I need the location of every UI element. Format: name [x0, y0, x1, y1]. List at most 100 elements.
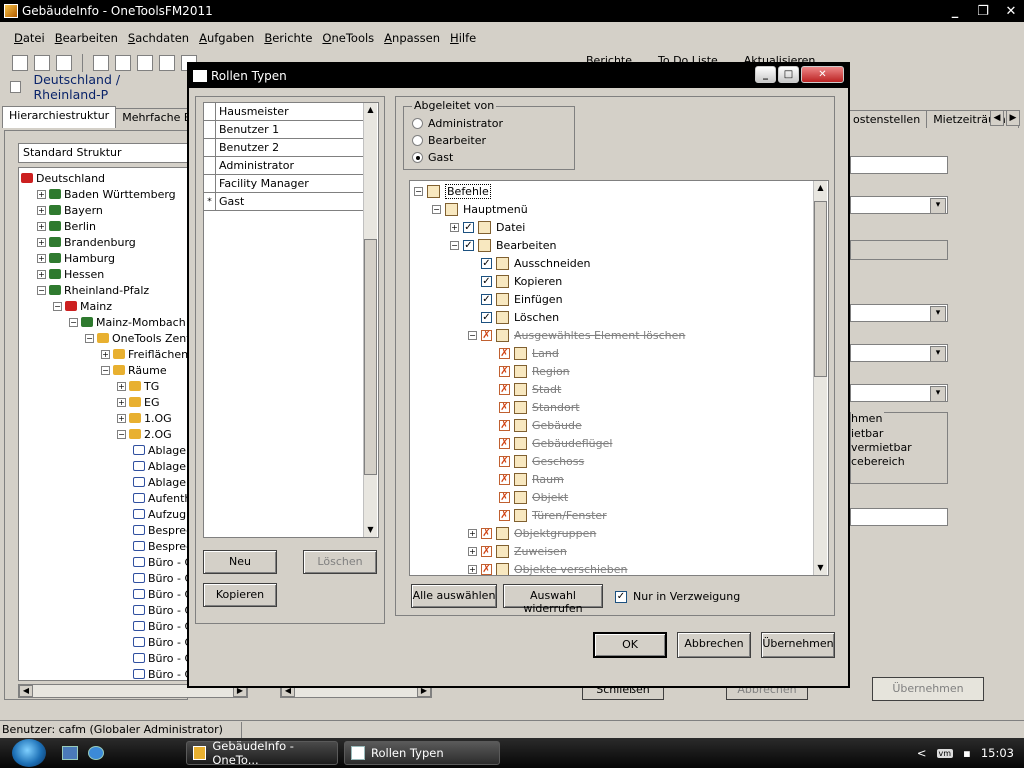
collapse-icon[interactable]: − — [101, 365, 110, 375]
undo-selection-button[interactable]: Auswahl widerrufen — [503, 584, 603, 615]
row-header[interactable] — [204, 156, 216, 175]
expand-icon[interactable]: + — [37, 269, 46, 279]
denied-checkbox-icon[interactable]: ✗ — [499, 455, 510, 467]
cut-icon[interactable] — [93, 55, 109, 71]
denied-checkbox-icon[interactable]: ✗ — [499, 383, 510, 395]
dialog-minimize-button[interactable]: _ — [755, 66, 776, 83]
copy-role-button[interactable]: Kopieren — [203, 583, 277, 607]
denied-checkbox-icon[interactable]: ✗ — [481, 545, 492, 557]
permission-node[interactable]: + ✗ Objekte verschieben — [468, 561, 628, 575]
collapse-icon[interactable]: − — [117, 429, 126, 439]
tab-scroll-right-icon[interactable]: ▶ — [1006, 110, 1020, 126]
row-header[interactable] — [204, 174, 216, 193]
row-header[interactable] — [204, 120, 216, 139]
task-rollen-typen[interactable]: Rollen Typen — [344, 741, 500, 765]
permission-node[interactable]: + ✓ Datei — [450, 219, 525, 235]
tree-node[interactable]: − Mainz-Mombach — [69, 314, 186, 330]
network-icon[interactable]: ▪ — [963, 746, 971, 760]
maximize-button[interactable]: ❐ — [974, 4, 992, 19]
open-folder-icon[interactable] — [34, 55, 50, 71]
permission-node[interactable]: ✓ Kopieren — [481, 273, 562, 289]
permission-node[interactable]: + ✗ Zuweisen — [468, 543, 567, 559]
denied-checkbox-icon[interactable]: ✗ — [481, 563, 492, 575]
expand-icon[interactable]: + — [37, 189, 46, 199]
tree-node[interactable]: Büro - C — [133, 554, 187, 570]
denied-checkbox-icon[interactable]: ✗ — [499, 365, 510, 377]
denied-checkbox-icon[interactable]: ✗ — [499, 473, 510, 485]
scroll-down-icon[interactable]: ▼ — [814, 561, 827, 575]
roles-grid[interactable]: Hausmeister Benutzer 1 Benutzer 2 Administr… — [203, 102, 379, 538]
copy-icon[interactable] — [115, 55, 131, 71]
permission-node[interactable]: − Befehle — [414, 183, 491, 199]
paste-icon[interactable] — [137, 55, 153, 71]
tree-node[interactable]: Bespred — [133, 522, 187, 538]
radio-gast[interactable]: Gast — [412, 151, 453, 164]
background-combo[interactable] — [850, 384, 948, 402]
dialog-close-button[interactable]: ✕ — [801, 66, 844, 83]
denied-checkbox-icon[interactable]: ✗ — [499, 491, 510, 503]
tree-node[interactable]: Deutschland — [21, 170, 105, 186]
expand-icon[interactable]: + — [117, 397, 126, 407]
show-desktop-icon[interactable] — [62, 746, 78, 760]
permission-node[interactable]: ✗ Geschoss — [499, 453, 584, 469]
denied-checkbox-icon[interactable]: ✗ — [499, 401, 510, 413]
radio-bearbeiter[interactable]: Bearbeiter — [412, 134, 486, 147]
denied-checkbox-icon[interactable]: ✗ — [481, 329, 492, 341]
structure-combo[interactable]: Standard Struktur — [18, 143, 190, 163]
expand-icon[interactable]: + — [117, 381, 126, 391]
menu-bearbeiten[interactable]: Bearbeiten — [55, 31, 118, 45]
dialog-maximize-button[interactable]: □ — [778, 66, 799, 83]
tree-node[interactable]: + Berlin — [37, 218, 96, 234]
only-branch-checkbox[interactable]: ✓ Nur in Verzweigung — [615, 590, 740, 603]
menu-onetools[interactable]: OneTools — [322, 31, 374, 45]
background-combo[interactable] — [850, 304, 948, 322]
collapse-icon[interactable]: − — [85, 333, 94, 343]
scroll-down-icon[interactable]: ▼ — [364, 523, 377, 537]
tree-node[interactable]: − OneTools Zentrale — [85, 330, 187, 346]
start-button-icon[interactable] — [12, 739, 46, 767]
tree-node[interactable]: Ablage — [133, 474, 186, 490]
tree-node[interactable]: Bespred — [133, 538, 187, 554]
new-document-icon[interactable] — [12, 55, 28, 71]
checked-checkbox-icon[interactable]: ✓ — [481, 311, 492, 323]
tree-node[interactable]: + Hamburg — [37, 250, 115, 266]
tree-node[interactable]: Aufenth — [133, 490, 187, 506]
permission-node[interactable]: ✗ Raum — [499, 471, 564, 487]
tree-node[interactable]: Ablage — [133, 442, 186, 458]
tree-node[interactable]: Büro - C — [133, 634, 187, 650]
row-header[interactable] — [204, 138, 216, 157]
cancel-button[interactable]: Abbrechen — [677, 632, 751, 658]
permission-node[interactable]: ✗ Region — [499, 363, 570, 379]
background-apply-button[interactable]: Übernehmen — [872, 677, 984, 701]
collapse-icon[interactable]: − — [69, 317, 78, 327]
permission-node[interactable]: − ✗ Ausgewähltes Element löschen — [468, 327, 685, 343]
permission-node[interactable]: ✓ Ausschneiden — [481, 255, 591, 271]
collapse-icon[interactable]: − — [414, 186, 423, 196]
permission-node[interactable]: ✗ Türen/Fenster — [499, 507, 607, 523]
tree-node[interactable]: − Rheinland-Pfalz — [37, 282, 149, 298]
tree-node[interactable]: Büro - C — [133, 650, 187, 666]
main-window-titlebar[interactable]: GebäudeInfo - OneToolsFM2011 _ ❐ ✕ — [0, 0, 1024, 22]
tree-node[interactable]: − Räume — [101, 362, 167, 378]
task-gebaeudeinfo[interactable]: GebäudeInfo - OneTo... — [186, 739, 338, 767]
permission-node[interactable]: ✓ Löschen — [481, 309, 559, 325]
new-role-button[interactable]: Neu — [203, 550, 277, 574]
collapse-icon[interactable]: − — [53, 301, 62, 311]
tree-node[interactable]: − 2.OG — [117, 426, 172, 442]
expand-icon[interactable]: + — [101, 349, 110, 359]
tree-node[interactable]: + Baden Württemberg — [37, 186, 176, 202]
tree-node[interactable]: − Mainz — [53, 298, 112, 314]
scroll-up-icon[interactable]: ▲ — [814, 181, 827, 195]
denied-checkbox-icon[interactable]: ✗ — [499, 437, 510, 449]
tree-node[interactable]: + Freiflächen — [101, 346, 187, 362]
roles-vscrollbar[interactable]: ▲ ▼ — [363, 103, 377, 537]
tree-node[interactable]: Büro - C — [133, 570, 187, 586]
print-icon[interactable] — [56, 55, 72, 71]
expand-icon[interactable]: + — [468, 564, 477, 574]
scroll-left-icon[interactable]: ◀ — [19, 685, 33, 697]
background-combo[interactable] — [850, 344, 948, 362]
tab-scroll-left-icon[interactable]: ◀ — [990, 110, 1004, 126]
tree-node[interactable]: + Brandenburg — [37, 234, 136, 250]
tree-node[interactable]: Büro - C — [133, 586, 187, 602]
tree-node[interactable]: + Hessen — [37, 266, 104, 282]
